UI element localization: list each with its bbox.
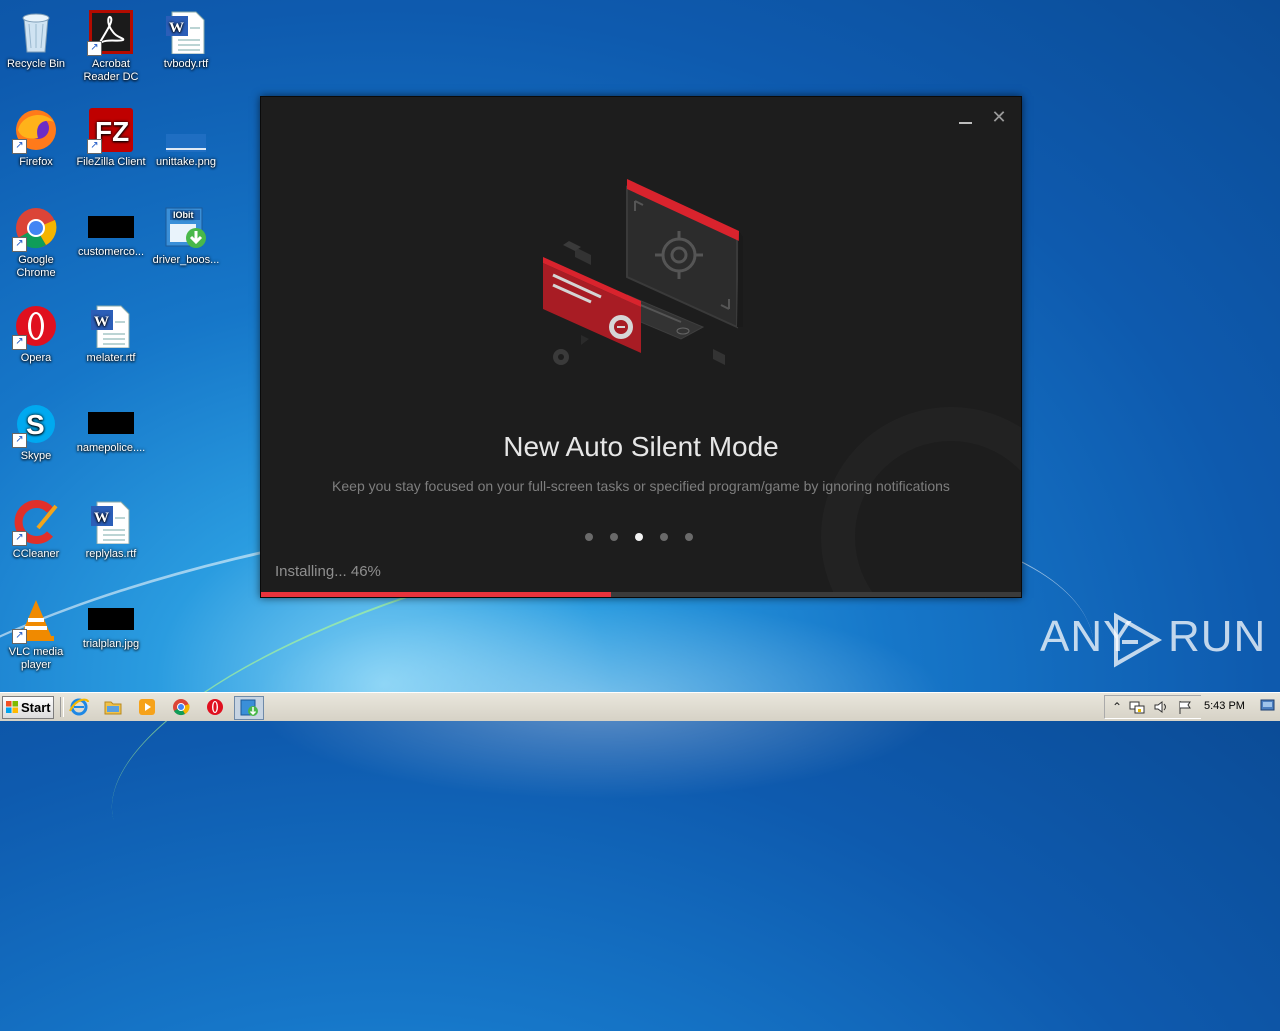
- action-center-flag-icon[interactable]: [1177, 699, 1193, 715]
- firefox-icon: ↗: [12, 108, 58, 154]
- filezilla-icon: FZ ↗: [87, 108, 133, 154]
- pagination-dot-5[interactable]: [685, 533, 693, 541]
- show-desktop-icon[interactable]: [1260, 698, 1276, 712]
- pagination-dot-2[interactable]: [610, 533, 618, 541]
- black-thumbnail-icon: [88, 216, 134, 238]
- word-document-icon: W: [164, 10, 208, 55]
- start-label: Start: [21, 700, 51, 715]
- recycle-bin-icon: [14, 10, 58, 54]
- svg-text:S: S: [26, 409, 45, 440]
- pagination-dot-1[interactable]: [585, 533, 593, 541]
- desktop-icon-unittake[interactable]: unittake.png: [148, 102, 224, 169]
- svg-text:W: W: [169, 20, 184, 36]
- svg-text:W: W: [94, 314, 109, 330]
- volume-icon[interactable]: [1153, 699, 1169, 715]
- desktop-icon-filezilla[interactable]: FZ ↗ FileZilla Client: [73, 102, 149, 169]
- svg-text:IObit: IObit: [173, 210, 194, 220]
- shortcut-arrow-icon: ↗: [12, 237, 27, 252]
- desktop-icon-recycle-bin[interactable]: Recycle Bin: [0, 4, 74, 71]
- pagination-dot-3[interactable]: [635, 533, 643, 541]
- shortcut-arrow-icon: ↗: [87, 139, 102, 154]
- pagination-dot-4[interactable]: [660, 533, 668, 541]
- acrobat-reader-icon: ↗: [87, 10, 133, 56]
- install-status-text: Installing... 46%: [275, 563, 381, 580]
- opera-taskbar-icon[interactable]: [204, 696, 226, 718]
- vlc-icon: ↗: [12, 598, 58, 644]
- shortcut-arrow-icon: ↗: [12, 433, 27, 448]
- silent-mode-illustration: [531, 167, 771, 387]
- desktop-icon-trialplan[interactable]: trialplan.jpg: [73, 592, 149, 651]
- windows-flag-icon: [6, 701, 18, 713]
- desktop-icon-namepolice[interactable]: namepolice....: [73, 396, 149, 455]
- black-thumbnail-icon: [88, 412, 134, 434]
- slide-subtitle: Keep you stay focused on your full-scree…: [332, 478, 950, 494]
- minimize-button[interactable]: [959, 111, 973, 125]
- internet-explorer-icon[interactable]: [68, 696, 90, 718]
- shortcut-arrow-icon: ↗: [87, 41, 102, 56]
- desktop-icon-melater[interactable]: W melater.rtf: [73, 298, 149, 365]
- shortcut-arrow-icon: ↗: [12, 531, 27, 546]
- ccleaner-icon: ↗: [12, 500, 58, 546]
- show-hidden-icons-icon[interactable]: ⌃: [1109, 699, 1125, 715]
- word-document-icon: W: [89, 304, 133, 349]
- system-tray: ⌃: [1104, 695, 1201, 719]
- desktop-icon-replylas[interactable]: W replylas.rtf: [73, 494, 149, 561]
- start-button[interactable]: Start: [2, 696, 54, 719]
- desktop-icon-vlc[interactable]: ↗ VLC media player: [0, 592, 74, 672]
- chrome-taskbar-icon[interactable]: [170, 696, 192, 718]
- desktop-icon-ccleaner[interactable]: ↗ CCleaner: [0, 494, 74, 561]
- iobit-installer-icon: IObit: [164, 206, 208, 250]
- taskbar-clock[interactable]: 5:43 PM: [1204, 700, 1245, 712]
- svg-text:W: W: [94, 510, 109, 526]
- play-logo-icon: [1114, 612, 1163, 668]
- desktop-icon-driver-booster[interactable]: IObit driver_boos...: [148, 200, 224, 267]
- desktop-icon-chrome[interactable]: ↗ Google Chrome: [0, 200, 74, 280]
- watermark-right-text: RUN: [1168, 612, 1267, 661]
- desktop-icon-acrobat[interactable]: ↗ Acrobat Reader DC: [73, 4, 149, 84]
- taskbar-separator: [60, 697, 64, 717]
- shortcut-arrow-icon: ↗: [12, 139, 27, 154]
- black-thumbnail-icon: [88, 608, 134, 630]
- desktop-icon-tvbody[interactable]: W tvbody.rtf: [148, 4, 224, 71]
- media-player-icon[interactable]: [136, 696, 158, 718]
- shortcut-arrow-icon: ↗: [12, 629, 27, 644]
- network-icon[interactable]: [1129, 699, 1145, 715]
- image-file-icon: [164, 108, 208, 152]
- desktop-icon-customerco[interactable]: customerco...: [73, 200, 149, 259]
- anyrun-watermark: ANY RUN: [1040, 612, 1265, 672]
- shortcut-arrow-icon: ↗: [12, 335, 27, 350]
- opera-icon: ↗: [12, 304, 58, 350]
- installer-taskbar-icon[interactable]: [234, 696, 264, 720]
- installer-window: ✕ New Auto Silent Mode Keep you stay foc…: [260, 96, 1022, 598]
- word-document-icon: W: [89, 500, 133, 545]
- slide-title: New Auto Silent Mode: [503, 431, 779, 462]
- close-button[interactable]: ✕: [991, 108, 1007, 126]
- desktop-icon-skype[interactable]: S ↗ Skype: [0, 396, 74, 463]
- install-progress-fill: [261, 592, 611, 597]
- desktop-icon-opera[interactable]: ↗ Opera: [0, 298, 74, 365]
- desktop-icon-firefox[interactable]: ↗ Firefox: [0, 102, 74, 169]
- taskbar: Start ⌃ 5:43 PM: [0, 692, 1280, 721]
- file-explorer-icon[interactable]: [102, 696, 124, 718]
- install-progress-bar: [261, 592, 1021, 597]
- skype-icon: S ↗: [12, 402, 58, 448]
- chrome-icon: ↗: [12, 206, 58, 252]
